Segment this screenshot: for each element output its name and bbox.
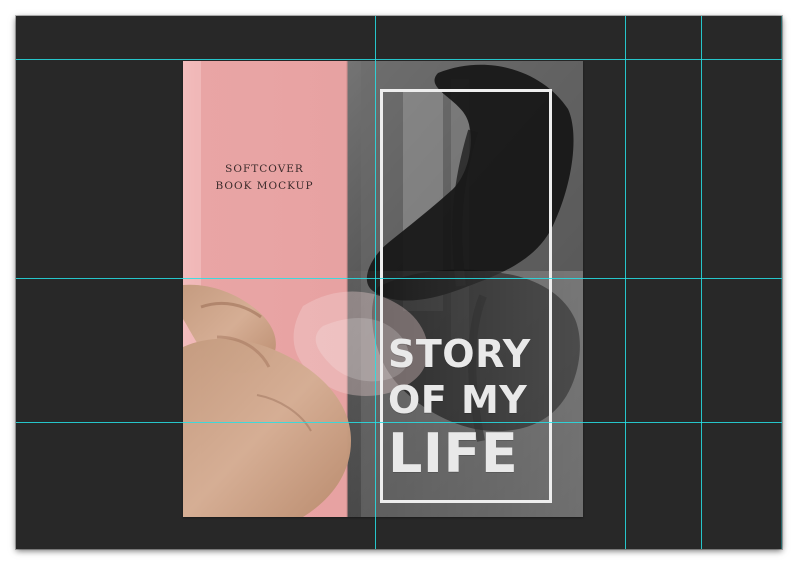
cover-title: STORY OF MY LIFE (388, 335, 558, 481)
spine-text: SOFTCOVER BOOK MOCKUP (183, 161, 346, 195)
guide-horizontal[interactable] (16, 422, 782, 423)
guide-vertical[interactable] (375, 16, 376, 549)
cover-title-line1: STORY (388, 332, 531, 376)
guide-vertical[interactable] (701, 16, 702, 549)
guide-vertical[interactable] (625, 16, 626, 549)
spine-text-line1: SOFTCOVER (225, 163, 304, 175)
guide-horizontal[interactable] (16, 59, 782, 60)
spine-text-line2: BOOK MOCKUP (215, 180, 314, 192)
cover-title-line2: OF MY (388, 378, 528, 422)
guide-vertical[interactable] (781, 16, 782, 549)
guide-horizontal[interactable] (16, 278, 782, 279)
book-mockup: SOFTCOVER BOOK MOCKUP STORY OF MY LIFE (183, 61, 583, 517)
canvas-area: SOFTCOVER BOOK MOCKUP STORY OF MY LIFE (16, 16, 782, 549)
cover-title-line3: LIFE (388, 422, 519, 485)
